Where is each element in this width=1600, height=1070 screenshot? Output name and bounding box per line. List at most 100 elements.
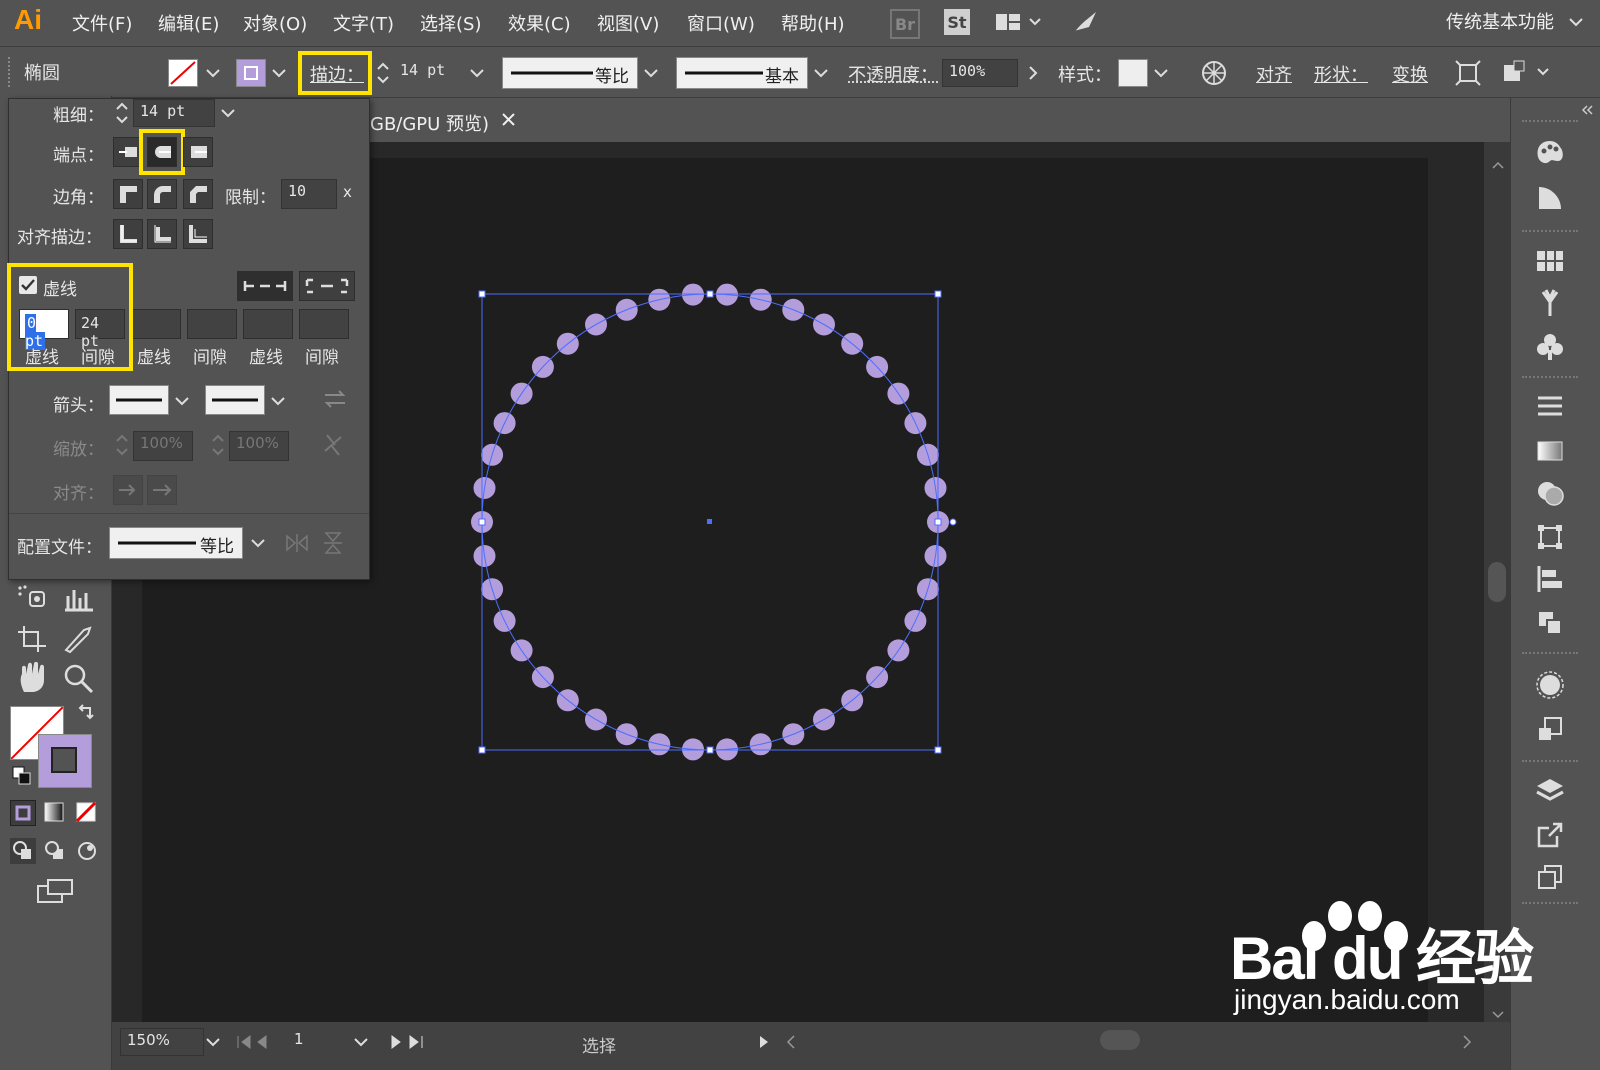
stroke-weight-input[interactable]: 14 pt bbox=[394, 59, 464, 87]
export-panel-icon[interactable] bbox=[1530, 818, 1570, 852]
color-mode-icon[interactable] bbox=[10, 800, 36, 826]
collapse-dock-icon[interactable] bbox=[1580, 100, 1594, 119]
layers-panel-icon[interactable] bbox=[1530, 774, 1570, 808]
color-panel-icon[interactable] bbox=[1530, 136, 1570, 170]
fill-dropdown-icon[interactable] bbox=[204, 63, 222, 83]
gap-3-input[interactable] bbox=[299, 309, 349, 339]
stroke-indicator[interactable] bbox=[38, 734, 92, 788]
align-stroke-outside-button[interactable] bbox=[183, 219, 213, 249]
artboard-number-input[interactable]: 1 bbox=[288, 1028, 352, 1056]
miter-join-button[interactable] bbox=[113, 179, 143, 209]
stroke-panel-icon[interactable] bbox=[1530, 390, 1570, 424]
column-graph-tool-icon[interactable] bbox=[62, 584, 96, 618]
weight-input[interactable]: 14 pt bbox=[133, 99, 215, 127]
gpu-performance-icon[interactable] bbox=[1070, 9, 1100, 35]
bbox-handle-b[interactable] bbox=[706, 746, 714, 754]
weight-dropdown-icon[interactable] bbox=[219, 103, 237, 123]
document-tab[interactable]: GB/GPU 预览) bbox=[370, 104, 530, 142]
fill-swatch[interactable] bbox=[168, 59, 198, 87]
vertical-scrollbar[interactable] bbox=[1484, 142, 1510, 1022]
width-profile-dropdown-icon[interactable] bbox=[249, 533, 267, 553]
brush-dropdown-icon[interactable] bbox=[812, 63, 830, 83]
isolate-object-icon[interactable] bbox=[1454, 59, 1482, 91]
bbox-handle-br[interactable] bbox=[934, 746, 942, 754]
menu-help[interactable]: 帮助(H) bbox=[781, 10, 845, 36]
variable-width-profile[interactable]: 等比 bbox=[502, 57, 638, 89]
artboard-dropdown-icon[interactable] bbox=[352, 1032, 370, 1052]
close-tab-icon[interactable] bbox=[500, 108, 518, 134]
menu-file[interactable]: 文件(F) bbox=[72, 10, 132, 36]
align-link[interactable]: 对齐 bbox=[1256, 61, 1292, 87]
dash-2-input[interactable] bbox=[131, 309, 181, 339]
menu-select[interactable]: 选择(S) bbox=[420, 10, 481, 36]
stroke-weight-dropdown-icon[interactable] bbox=[468, 63, 486, 83]
first-artboard-icon[interactable] bbox=[236, 1034, 272, 1054]
scroll-left-icon[interactable] bbox=[786, 1034, 796, 1054]
weight-stepper[interactable] bbox=[113, 99, 131, 127]
shape-link[interactable]: 形状： bbox=[1314, 61, 1368, 87]
status-menu-arrow-icon[interactable] bbox=[758, 1034, 770, 1054]
none-mode-icon[interactable] bbox=[74, 800, 100, 826]
bevel-join-button[interactable] bbox=[183, 179, 213, 209]
scroll-right-icon[interactable] bbox=[1462, 1034, 1472, 1054]
end-arrowhead-dropdown-icon[interactable] bbox=[269, 391, 287, 411]
stock-icon[interactable]: St bbox=[944, 9, 970, 35]
bbox-handle-bl[interactable] bbox=[478, 746, 486, 754]
transform-panel-icon[interactable] bbox=[1530, 520, 1570, 554]
preserve-dash-button[interactable] bbox=[237, 271, 293, 301]
align-stroke-center-button[interactable] bbox=[113, 219, 143, 249]
grip-handle[interactable] bbox=[8, 57, 14, 87]
opacity-input[interactable]: 100% bbox=[942, 59, 1018, 87]
graphic-style-swatch[interactable] bbox=[1118, 59, 1148, 87]
menu-view[interactable]: 视图(V) bbox=[597, 10, 659, 36]
menu-effect[interactable]: 效果(C) bbox=[508, 10, 571, 36]
menu-edit[interactable]: 编辑(E) bbox=[158, 10, 219, 36]
graphic-styles-panel-icon[interactable] bbox=[1530, 712, 1570, 746]
pathfinder-panel-icon[interactable] bbox=[1530, 606, 1570, 640]
draw-behind-icon[interactable] bbox=[42, 838, 68, 864]
workspace-chevron-icon[interactable] bbox=[1568, 14, 1584, 33]
opacity-arrow-icon[interactable] bbox=[1024, 63, 1042, 83]
brushes-panel-icon[interactable] bbox=[1530, 286, 1570, 320]
zoom-tool-icon[interactable] bbox=[62, 662, 96, 698]
menu-type[interactable]: 文字(T) bbox=[333, 10, 394, 36]
change-screen-mode-icon[interactable] bbox=[36, 876, 76, 910]
stroke-dropdown-icon[interactable] bbox=[270, 63, 288, 83]
align-panel-icon[interactable] bbox=[1530, 562, 1570, 596]
horizontal-scroll-thumb[interactable] bbox=[1100, 1030, 1140, 1050]
arrange-documents-icon[interactable] bbox=[994, 9, 1044, 35]
symbols-panel-icon[interactable] bbox=[1530, 330, 1570, 364]
panel-menu-icon[interactable] bbox=[1500, 59, 1556, 91]
start-arrowhead-select[interactable] bbox=[109, 385, 169, 415]
opacity-label[interactable]: 不透明度： bbox=[848, 61, 938, 87]
symbol-sprayer-tool-icon[interactable] bbox=[16, 584, 50, 618]
zoom-level-input[interactable]: 150% bbox=[120, 1028, 204, 1056]
start-arrowhead-dropdown-icon[interactable] bbox=[173, 391, 191, 411]
draw-inside-icon[interactable] bbox=[74, 838, 100, 864]
swap-fill-stroke-icon[interactable] bbox=[76, 704, 96, 728]
width-profile-select[interactable]: 等比 bbox=[109, 527, 243, 559]
artboard-tool-icon[interactable] bbox=[16, 624, 50, 658]
bbox-handle-tr[interactable] bbox=[934, 290, 942, 298]
pie-widget-handle[interactable] bbox=[949, 518, 957, 526]
zoom-dropdown-icon[interactable] bbox=[204, 1032, 222, 1052]
profile-dropdown-icon[interactable] bbox=[642, 63, 660, 83]
bbox-handle-r[interactable] bbox=[934, 518, 942, 526]
appearance-panel-icon[interactable] bbox=[1530, 668, 1570, 702]
dotted-circle-artwork[interactable] bbox=[460, 276, 980, 772]
swatches-panel-icon[interactable] bbox=[1530, 244, 1570, 278]
end-arrowhead-select[interactable] bbox=[205, 385, 265, 415]
recolor-artwork-icon[interactable] bbox=[1200, 59, 1228, 91]
miter-limit-input[interactable]: 10 bbox=[281, 179, 337, 209]
gradient-panel-icon[interactable] bbox=[1530, 434, 1570, 468]
transparency-panel-icon[interactable] bbox=[1530, 476, 1570, 510]
draw-normal-icon[interactable] bbox=[10, 838, 36, 864]
align-dash-corners-button[interactable] bbox=[299, 271, 355, 301]
workspace-switcher[interactable]: 传统基本功能 bbox=[1446, 8, 1554, 34]
bridge-icon[interactable]: Br bbox=[890, 9, 920, 39]
artboards-panel-icon[interactable] bbox=[1530, 860, 1570, 894]
slice-tool-icon[interactable] bbox=[62, 624, 96, 658]
style-dropdown-icon[interactable] bbox=[1152, 63, 1170, 83]
stroke-weight-stepper[interactable] bbox=[374, 59, 392, 87]
vertical-scroll-thumb[interactable] bbox=[1488, 562, 1506, 602]
